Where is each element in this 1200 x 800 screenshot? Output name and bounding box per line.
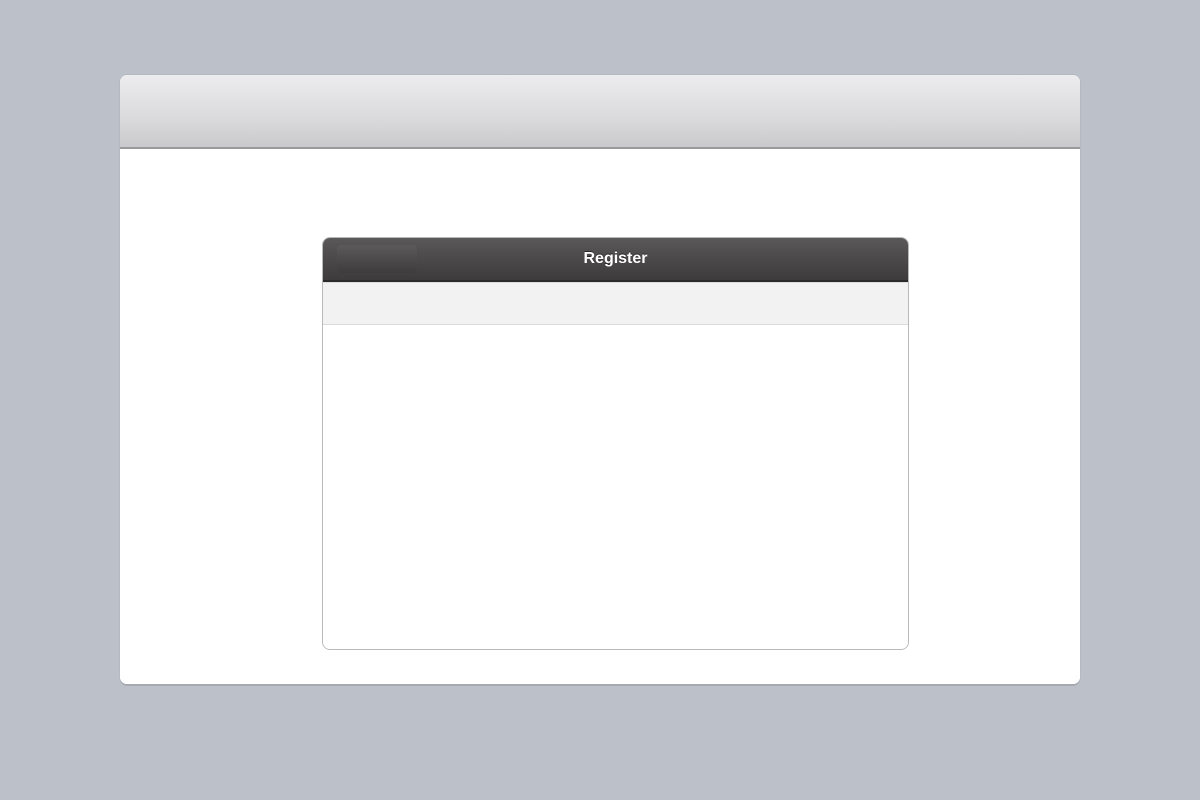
dialog-toolbar [323, 282, 908, 325]
dialog-titlebar: Register [323, 238, 908, 282]
dialog-title: Register [583, 250, 648, 267]
app-header [120, 75, 1080, 149]
app-window: Register [120, 75, 1080, 684]
dialog-body [323, 325, 908, 649]
register-dialog: Register [322, 237, 909, 650]
app-content: Register [120, 149, 1080, 684]
